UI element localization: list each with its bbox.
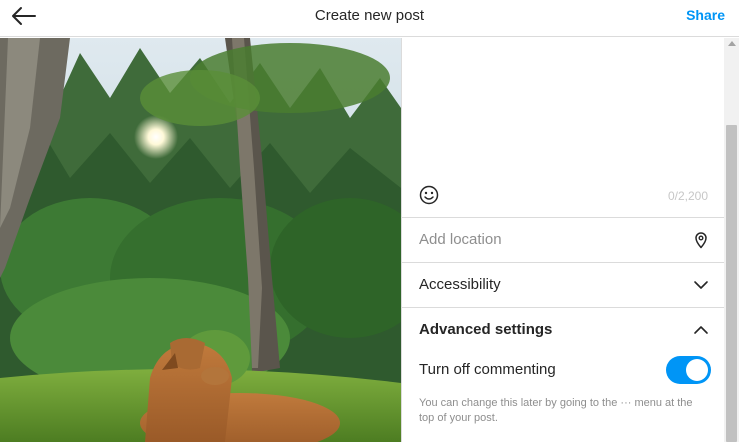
chevron-down-icon: [694, 281, 708, 289]
turn-off-commenting-label: Turn off commenting: [419, 361, 556, 378]
accessibility-label: Accessibility: [419, 276, 501, 293]
add-location-label: Add location: [419, 231, 502, 248]
location-pin-icon: [695, 232, 707, 249]
modal-header: Create new post Share: [0, 0, 739, 37]
post-photo: [0, 38, 401, 442]
scroll-up-arrow-icon[interactable]: [728, 41, 736, 46]
page-title: Create new post: [314, 7, 425, 24]
scrollbar-thumb[interactable]: [726, 125, 737, 442]
commenting-helper-text: You can change this later by going to th…: [419, 397, 693, 424]
smiley-icon: [419, 185, 439, 205]
chevron-up-icon: [694, 326, 708, 334]
post-details-panel: 0/2,200 Add location Accessibility Advan…: [401, 38, 725, 442]
share-button[interactable]: Share: [686, 7, 725, 23]
uploaded-photo: [0, 38, 401, 442]
turn-off-commenting-row: Turn off commenting: [419, 356, 711, 386]
add-location-field[interactable]: Add location: [402, 217, 725, 262]
scrollbar[interactable]: [724, 38, 739, 442]
caption-char-count: 0/2,200: [667, 189, 708, 203]
toggle-knob: [686, 359, 708, 381]
advanced-settings-section[interactable]: Advanced settings: [402, 307, 725, 352]
advanced-settings-label: Advanced settings: [419, 321, 553, 338]
accessibility-section[interactable]: Accessibility: [402, 262, 725, 307]
turn-off-commenting-toggle[interactable]: [666, 356, 711, 384]
emoji-button[interactable]: [419, 185, 439, 205]
